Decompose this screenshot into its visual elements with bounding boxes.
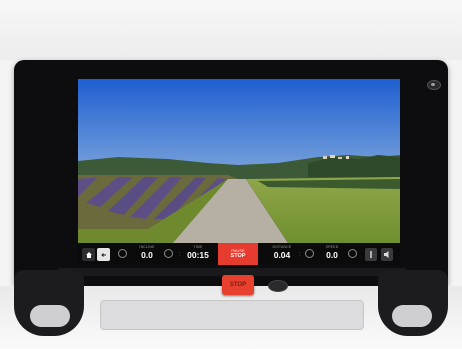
volume-button[interactable]: [381, 248, 393, 261]
accessory-tray: [100, 300, 364, 330]
control-bar: INCLINE 0.0 : TIME 00:15 PAUSE STOP DIST…: [78, 243, 400, 265]
time-separator: :: [179, 252, 181, 258]
machine-frame-top: [0, 0, 462, 60]
pause-label: PAUSE: [231, 248, 245, 253]
speed-readout: SPEED 0.0: [318, 245, 346, 261]
distance-readout: DISTANCE 0.04: [266, 245, 298, 261]
speed-value: 0.0: [326, 250, 338, 260]
right-grip: [392, 305, 432, 327]
pause-stop-button[interactable]: PAUSE STOP: [218, 243, 258, 265]
info-icon: [370, 251, 372, 258]
display-screen: INCLINE 0.0 : TIME 00:15 PAUSE STOP DIST…: [78, 79, 400, 265]
info-button[interactable]: [365, 248, 377, 261]
home-button[interactable]: [82, 248, 95, 261]
left-grip: [30, 305, 70, 327]
hardware-stop-button[interactable]: STOP: [222, 275, 254, 295]
speaker-icon: [384, 251, 389, 258]
incline-down-button[interactable]: [118, 249, 127, 258]
camera-lens: [431, 83, 435, 86]
incline-readout: INCLINE 0.0: [132, 245, 162, 261]
speed-up-button[interactable]: [348, 249, 357, 258]
home-icon: [85, 251, 92, 258]
time-readout: TIME 00:15: [182, 245, 214, 261]
stop-label: STOP: [230, 253, 246, 259]
distance-separator: :: [299, 252, 301, 258]
incline-value: 0.0: [141, 250, 153, 260]
control-knob[interactable]: [268, 280, 288, 292]
scenic-video: [78, 79, 400, 243]
back-button[interactable]: [97, 248, 110, 261]
distance-value: 0.04: [273, 250, 291, 260]
back-arrow-icon: [100, 252, 106, 257]
speed-down-button[interactable]: [305, 249, 314, 258]
time-value: 00:15: [187, 250, 209, 260]
incline-up-button[interactable]: [164, 249, 173, 258]
